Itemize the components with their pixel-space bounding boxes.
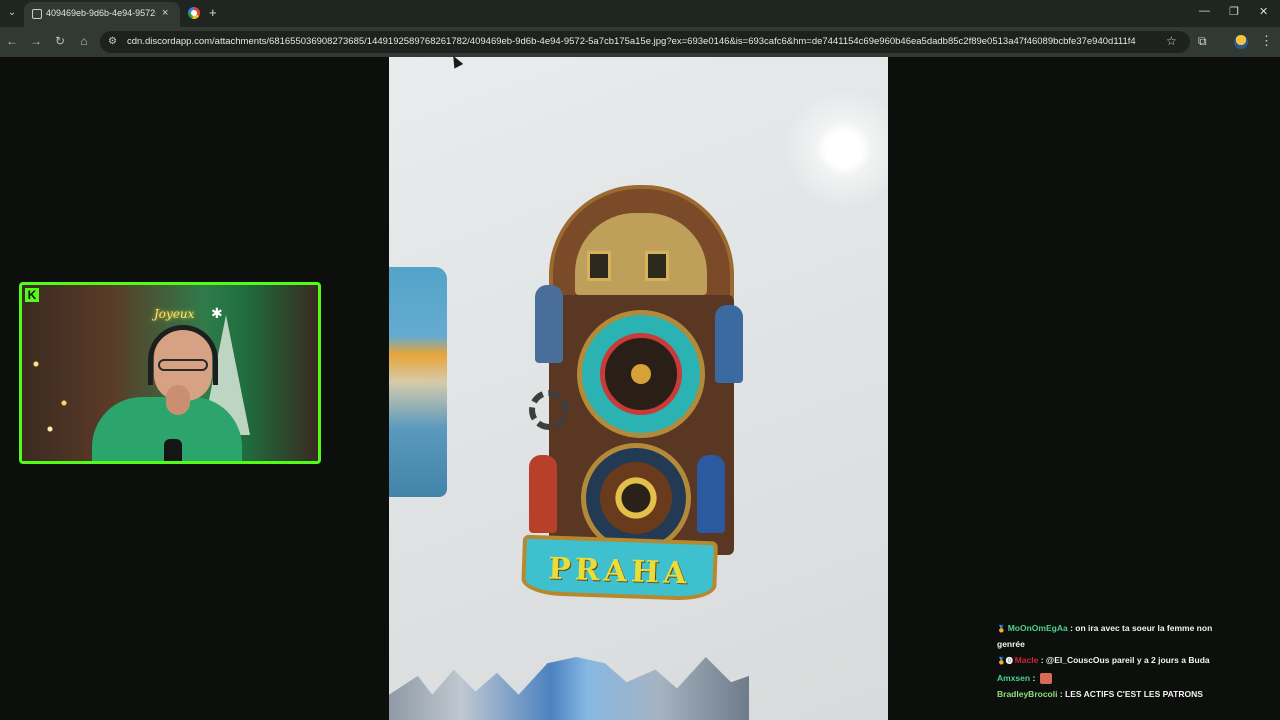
google-tab-icon[interactable] <box>188 7 200 19</box>
close-window-button[interactable]: ✕ <box>1259 5 1268 18</box>
streamer-hand <box>166 385 190 415</box>
site-info-icon[interactable]: ⚙ <box>108 36 120 48</box>
headset-icon <box>148 325 218 385</box>
emote-icon <box>1039 673 1052 685</box>
tab-strip: ⌄ 409469eb-9d6b-4e94-9572-5a × + — ❐ ✕ <box>0 0 1280 27</box>
praha-banner: PRAHA <box>521 534 718 602</box>
chat-message: BradleyBrocoli : LES ACTIFS C'EST LES PA… <box>997 687 1227 701</box>
calendar-inner <box>600 462 672 534</box>
kick-logo-icon: K <box>25 288 39 302</box>
statue-figure <box>535 285 563 363</box>
profile-avatar[interactable] <box>1234 35 1248 49</box>
browser-menu-icon[interactable]: ⋮ <box>1260 33 1273 49</box>
chat-username: MoOnOmEgAa <box>1007 623 1068 633</box>
address-bar[interactable]: ⚙ cdn.discordapp.com/attachments/6816550… <box>100 31 1190 53</box>
chat-text: @El_CouscOus pareil y a 2 jours a Buda <box>1045 655 1210 665</box>
chat-separator: : <box>1057 689 1066 699</box>
chat-separator: : <box>1030 673 1038 683</box>
home-icon[interactable]: ⌂ <box>76 34 92 48</box>
statue-figure <box>529 455 557 533</box>
dial-inner-ring <box>600 333 682 415</box>
new-tab-button[interactable]: + <box>209 5 217 20</box>
banner-text: PRAHA <box>547 551 692 592</box>
extensions-icon[interactable]: ⧉ <box>1198 34 1207 49</box>
stream-chat: 🏅 MoOnOmEgAa : on ira avec ta soeur la fe… <box>997 621 1227 701</box>
minimize-button[interactable]: — <box>1199 5 1210 17</box>
chat-username: Amxsen <box>997 673 1031 683</box>
back-icon[interactable]: ← <box>4 34 20 48</box>
chat-message: 🏅 MoOnOmEgAa : on ira avec ta soeur la fe… <box>997 621 1227 651</box>
restore-button[interactable]: ❐ <box>1229 5 1239 18</box>
statue-figure <box>715 305 743 383</box>
chat-text: LES ACTIFS C'EST LES PATRONS <box>1065 689 1203 699</box>
webcam-overlay: K Joyeux ✱ <box>19 282 321 464</box>
tab-close-icon[interactable]: × <box>162 7 168 19</box>
dial-center <box>631 364 651 384</box>
tab-search-icon[interactable]: ⌄ <box>4 5 20 21</box>
bookmark-star-icon[interactable]: ☆ <box>1166 34 1177 48</box>
astronomical-dial <box>577 310 705 438</box>
chat-separator: : <box>1038 655 1046 665</box>
image-favicon-icon <box>32 9 42 19</box>
gear-decoration <box>529 390 569 430</box>
microphone-icon <box>164 439 182 461</box>
tab-title: 409469eb-9d6b-4e94-9572-5a <box>46 8 156 18</box>
browser-toolbar: ← → ↻ ⌂ ⚙ cdn.discordapp.com/attachments… <box>0 27 1280 57</box>
tree-star-icon: ✱ <box>211 305 223 321</box>
skyline-magnet <box>389 657 749 720</box>
forward-icon[interactable]: → <box>28 34 44 48</box>
tab-active[interactable]: 409469eb-9d6b-4e94-9572-5a × <box>24 2 180 27</box>
chat-badge-icon: 🏅⓿ <box>997 658 1013 665</box>
chat-username: BradleyBrocoli <box>997 689 1058 699</box>
side-magnet <box>389 267 447 497</box>
statue-figure <box>697 455 725 533</box>
clock-roof <box>549 185 734 305</box>
prague-clock-magnet: PRAHA <box>519 185 763 602</box>
neon-sign: Joyeux <box>154 307 195 321</box>
apostle-window <box>587 251 611 281</box>
chat-badge-icon: 🏅 <box>997 626 1006 633</box>
displayed-image[interactable]: PRAHA <box>389 57 888 720</box>
glasses-icon <box>158 359 208 371</box>
apostle-window <box>645 251 669 281</box>
chat-message: 🏅⓿ Macle : @El_CouscOus pareil y a 2 jour… <box>997 653 1227 669</box>
url-text[interactable]: cdn.discordapp.com/attachments/681655036… <box>127 36 1137 47</box>
reload-icon[interactable]: ↻ <box>52 34 68 48</box>
chat-message: Amxsen : <box>997 671 1227 685</box>
chat-username: Macle <box>1014 655 1039 665</box>
fairy-lights <box>22 325 92 455</box>
streamer <box>92 325 242 461</box>
